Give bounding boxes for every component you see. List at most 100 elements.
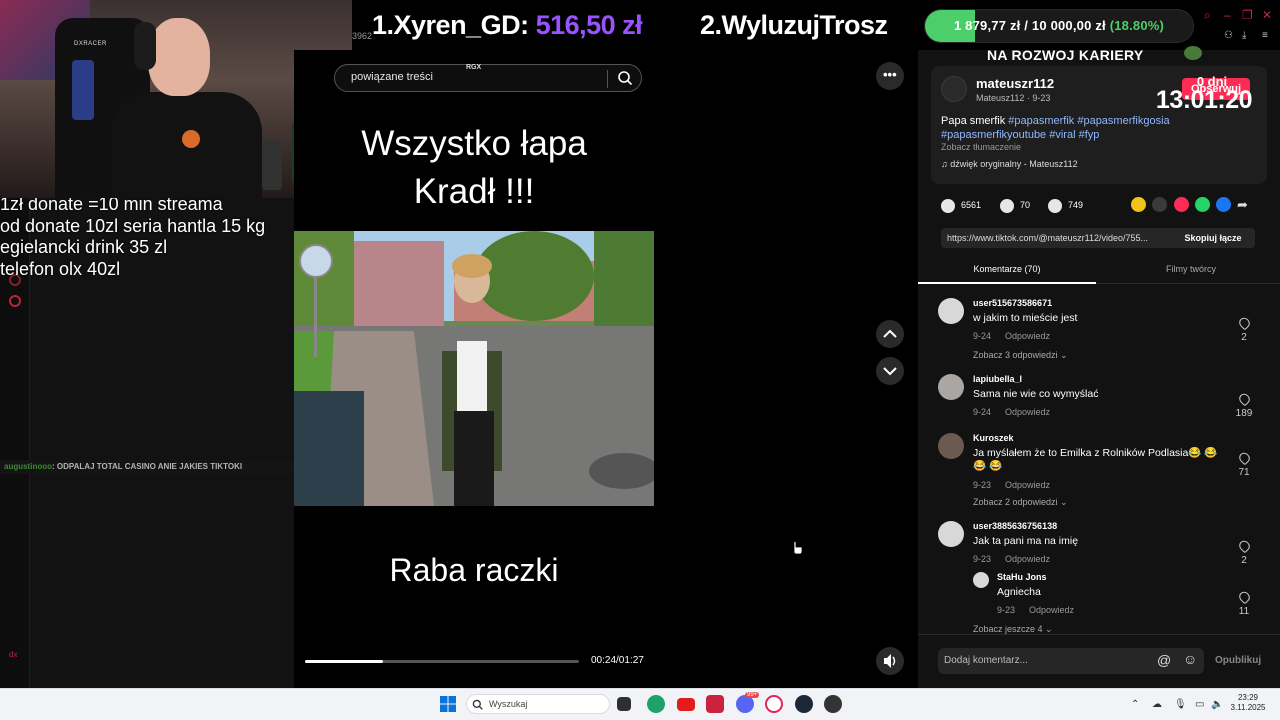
career-banner: NA ROZWOJ KARIERY — [987, 47, 1144, 63]
comment-user[interactable]: user3885636756138 — [973, 521, 1057, 531]
edge-icon[interactable] — [647, 695, 665, 713]
heart-icon — [941, 198, 955, 213]
rail-icon-2[interactable] — [9, 295, 21, 307]
whatsapp-icon[interactable] — [1195, 197, 1210, 212]
comment-like-button[interactable]: 11 — [1234, 589, 1254, 617]
comment-button[interactable]: 70 — [1000, 196, 1030, 214]
reply-link[interactable]: Odpowiedz — [1005, 554, 1050, 564]
task-view-icon[interactable] — [617, 697, 631, 711]
video-time: 00:24/01:27 — [591, 655, 644, 666]
search-icon[interactable] — [617, 70, 633, 86]
timer-clock: 13:01:20 — [1155, 86, 1253, 114]
goal-target: / 10 000,00 zł — [1024, 18, 1106, 33]
comment-like-button[interactable]: 2 — [1234, 315, 1254, 343]
opera-icon[interactable] — [765, 695, 783, 713]
publish-button[interactable]: Opublikuj — [1215, 655, 1261, 666]
network-icon[interactable]: ▭ — [1195, 699, 1204, 710]
comment-date: 9-23 — [973, 480, 992, 490]
comment-user[interactable]: user515673586671 — [973, 298, 1052, 308]
previous-video-button[interactable] — [876, 320, 904, 348]
volume-button[interactable] — [876, 647, 904, 675]
reply-link[interactable]: Odpowiedz — [1029, 605, 1074, 615]
taskbar-search[interactable]: Wyszukaj — [466, 694, 610, 714]
account-icon[interactable]: ⚇ — [1224, 30, 1233, 41]
comment-text: Jak ta pani ma na imię — [973, 535, 1079, 547]
download-icon[interactable]: ⤓ — [1242, 30, 1246, 41]
rail-icon-dx[interactable]: dx — [9, 650, 17, 659]
minimize-icon[interactable]: – — [1224, 8, 1231, 22]
embed-icon[interactable] — [1152, 197, 1167, 212]
tab-comments[interactable]: Komentarze (70) — [918, 258, 1096, 284]
streamer-head — [148, 18, 210, 96]
reply-link[interactable]: Odpowiedz — [1005, 480, 1050, 490]
ticker-id: 3962 — [352, 31, 373, 41]
chevron-up-icon — [883, 329, 897, 338]
comment-date: 9-24 — [973, 407, 992, 417]
next-video-button[interactable] — [876, 357, 904, 385]
taskbar-clock[interactable]: 23:29 3.11.2025 — [1226, 693, 1270, 713]
emoji-icon[interactable]: ☺ — [1183, 651, 1197, 667]
avatar[interactable] — [973, 572, 989, 588]
share-arrow-icon[interactable]: ➦ — [1237, 197, 1252, 212]
maximize-icon[interactable]: ❐ — [1242, 8, 1253, 22]
more-options-button[interactable]: ••• — [876, 62, 904, 90]
microphone-icon[interactable]: 🎙 — [1174, 699, 1187, 710]
post-url-field[interactable]: https://www.tiktok.com/@mateuszr112/vide… — [941, 228, 1171, 248]
obs-icon[interactable] — [824, 695, 842, 713]
avatar[interactable] — [938, 298, 964, 324]
send-icon[interactable] — [1174, 197, 1189, 212]
comment-like-button[interactable]: 189 — [1234, 391, 1254, 419]
chevron-up-icon[interactable]: ⌃ — [1131, 699, 1139, 710]
heart-icon — [1236, 450, 1252, 466]
comment-user[interactable]: StaHu Jons — [997, 572, 1047, 582]
video-progress-bar[interactable] — [305, 660, 579, 663]
comment-user[interactable]: lapiubella_l — [973, 374, 1022, 384]
reply-link[interactable]: Odpowiedz — [1005, 331, 1050, 341]
cloud-icon[interactable]: ☁ — [1152, 699, 1162, 710]
clock-date: 3.11.2025 — [1230, 703, 1266, 712]
mention-icon[interactable]: @ — [1157, 652, 1171, 668]
menu-icon[interactable]: ≡ — [1262, 30, 1268, 41]
reply-link[interactable]: Odpowiedz — [1005, 407, 1050, 417]
snipping-tool-icon[interactable] — [706, 695, 724, 713]
coin-share-icon[interactable] — [1131, 197, 1146, 212]
save-button[interactable]: 749 — [1048, 196, 1083, 214]
post-username[interactable]: mateuszr112 — [976, 76, 1054, 91]
volume-icon[interactable]: 🔈 — [1211, 699, 1223, 710]
chat-message: augustinooo: ODPALAJ TOTAL CASINO ANIE J… — [0, 460, 316, 474]
avatar[interactable] — [938, 521, 964, 547]
donate-overlay: 1zł donate =10 min streama od donate 10z… — [0, 194, 294, 280]
video-frame — [294, 231, 654, 506]
speaker-icon — [884, 654, 896, 668]
taskbar — [0, 688, 1280, 720]
search-icon[interactable]: ⌕ — [1204, 8, 1211, 23]
chat-user: augustinooo — [4, 462, 52, 471]
facebook-icon[interactable] — [1216, 197, 1231, 212]
like-count: 6561 — [961, 200, 982, 210]
view-replies-link[interactable]: Zobacz 2 odpowiedzi ⌄ — [973, 497, 1068, 508]
youtube-icon[interactable] — [677, 698, 695, 711]
windows-start-icon[interactable] — [440, 696, 456, 712]
view-replies-link[interactable]: Zobacz 3 odpowiedzi ⌄ — [973, 350, 1068, 361]
related-search[interactable]: powiązane treści — [334, 64, 642, 92]
comment-like-button[interactable]: 71 — [1234, 450, 1254, 478]
tab-creator-videos[interactable]: Filmy twórcy — [1102, 258, 1280, 284]
steam-icon[interactable] — [795, 695, 813, 713]
like-button[interactable]: 6561 — [941, 196, 981, 214]
sound-link[interactable]: ♫ dźwięk oryginalny - Mateusz112 — [941, 159, 1078, 169]
rgx-badge: RGX — [466, 64, 482, 71]
comment-text: Sama nie wie co wymyślać — [973, 388, 1099, 400]
close-icon[interactable]: ✕ — [1262, 8, 1272, 22]
headset — [134, 22, 156, 70]
screen: dx augustinooo: ODPALAJ TOTAL CASINO ANI… — [0, 0, 1280, 720]
avatar[interactable] — [938, 433, 964, 459]
avatar[interactable] — [938, 374, 964, 400]
comment-user[interactable]: Kuroszek — [973, 433, 1014, 443]
street-scene — [294, 231, 654, 506]
video-caption-line1: Wszystko łapa — [361, 124, 587, 163]
see-translation-link[interactable]: Zobacz tłumaczenie — [941, 142, 1021, 152]
copy-link-button[interactable]: Skopiuj łącze — [1171, 228, 1255, 248]
comment-like-button[interactable]: 2 — [1234, 538, 1254, 566]
avatar[interactable] — [941, 76, 967, 102]
bookmark-icon — [1048, 198, 1062, 213]
